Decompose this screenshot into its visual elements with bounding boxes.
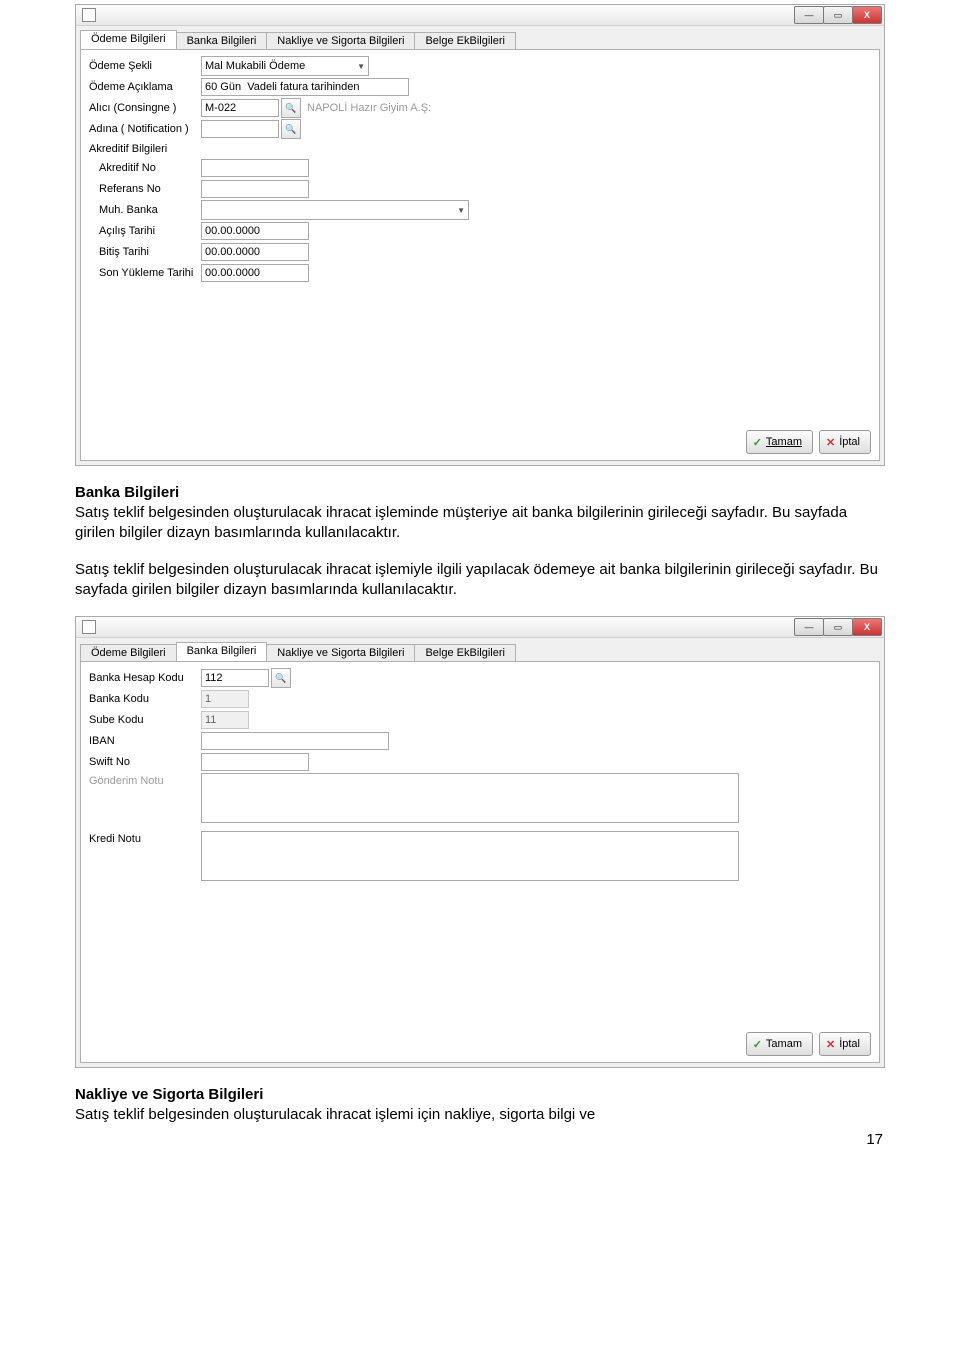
label-bitis-tarihi: Bitiş Tarihi xyxy=(89,246,201,258)
combo-muh-banka[interactable]: ▼ xyxy=(201,200,469,220)
label-referans-no: Referans No xyxy=(89,183,201,195)
input-son-yukleme[interactable] xyxy=(201,264,309,282)
paragraph: Satış teklif belgesinden oluşturulacak i… xyxy=(75,560,885,601)
label-gonderim-notu: Gönderim Notu xyxy=(89,773,201,787)
tab-banka-bilgileri[interactable]: Banka Bilgileri xyxy=(176,642,268,661)
close-button[interactable]: X xyxy=(852,6,882,24)
search-icon: 🔍 xyxy=(285,124,296,135)
label-acilis-tarihi: Açılış Tarihi xyxy=(89,225,201,237)
lookup-banka-hesap-button[interactable]: 🔍 xyxy=(271,668,291,688)
page-number: 17 xyxy=(75,1131,885,1148)
label-son-yukleme: Son Yükleme Tarihi xyxy=(89,267,201,279)
cancel-button[interactable]: ✕ İptal xyxy=(819,1032,871,1056)
titlebar: — ▭ X xyxy=(76,617,884,638)
tab-odeme-bilgileri[interactable]: Ödeme Bilgileri xyxy=(80,644,177,662)
tab-nakliye-sigorta[interactable]: Nakliye ve Sigorta Bilgileri xyxy=(266,32,415,50)
label-banka-hesap-kodu: Banka Hesap Kodu xyxy=(89,672,201,684)
combo-value: Mal Mukabili Ödeme xyxy=(205,60,305,72)
chevron-down-icon: ▼ xyxy=(357,62,365,71)
check-icon: ✓ xyxy=(753,1038,762,1051)
heading-banka-bilgileri: Banka Bilgileri xyxy=(75,484,885,501)
tab-panel-banka: Banka Hesap Kodu 🔍 Banka Kodu Sube Kodu … xyxy=(80,661,880,1063)
chevron-down-icon: ▼ xyxy=(457,206,465,215)
search-icon: 🔍 xyxy=(285,103,296,114)
combo-odeme-sekli[interactable]: Mal Mukabili Ödeme ▼ xyxy=(201,56,369,76)
window-icon xyxy=(82,620,96,634)
input-adina[interactable] xyxy=(201,120,279,138)
ok-label: Tamam xyxy=(766,1038,802,1050)
lookup-adina-button[interactable]: 🔍 xyxy=(281,119,301,139)
input-banka-kodu xyxy=(201,690,249,708)
tab-panel-odeme: Ödeme Şekli Mal Mukabili Ödeme ▼ Ödeme A… xyxy=(80,49,880,461)
titlebar: — ▭ X xyxy=(76,5,884,26)
input-odeme-aciklama[interactable] xyxy=(201,78,409,96)
label-odeme-sekli: Ödeme Şekli xyxy=(89,60,201,72)
input-swift[interactable] xyxy=(201,753,309,771)
search-icon: 🔍 xyxy=(275,673,286,684)
label-sube-kodu: Sube Kodu xyxy=(89,714,201,726)
tab-odeme-bilgileri[interactable]: Ödeme Bilgileri xyxy=(80,30,177,49)
close-button[interactable]: X xyxy=(852,618,882,636)
tab-nakliye-sigorta[interactable]: Nakliye ve Sigorta Bilgileri xyxy=(266,644,415,662)
minimize-button[interactable]: — xyxy=(794,618,824,636)
textarea-kredi-notu[interactable] xyxy=(201,831,739,881)
input-alici[interactable] xyxy=(201,99,279,117)
label-iban: IBAN xyxy=(89,735,201,747)
input-referans-no[interactable] xyxy=(201,180,309,198)
ok-label: Tamam xyxy=(766,436,802,448)
hint-alici: NAPOLİ Hazır Giyim A.Ş: xyxy=(307,102,431,114)
label-banka-kodu: Banka Kodu xyxy=(89,693,201,705)
label-swift: Swift No xyxy=(89,756,201,768)
input-acilis-tarihi[interactable] xyxy=(201,222,309,240)
input-bitis-tarihi[interactable] xyxy=(201,243,309,261)
x-icon: ✕ xyxy=(826,1038,835,1051)
ok-button[interactable]: ✓ Tamam xyxy=(746,430,813,454)
cancel-label: İptal xyxy=(839,436,860,448)
maximize-button[interactable]: ▭ xyxy=(823,618,853,636)
cancel-button[interactable]: ✕ İptal xyxy=(819,430,871,454)
textarea-gonderim-notu[interactable] xyxy=(201,773,739,823)
x-icon: ✕ xyxy=(826,436,835,449)
input-banka-hesap-kodu[interactable] xyxy=(201,669,269,687)
window-icon xyxy=(82,8,96,22)
label-kredi-notu: Kredi Notu xyxy=(89,831,201,845)
input-sube-kodu xyxy=(201,711,249,729)
paragraph: Satış teklif belgesinden oluşturulacak i… xyxy=(75,503,885,544)
label-akreditif-no: Akreditif No xyxy=(89,162,201,174)
ok-button[interactable]: ✓ Tamam xyxy=(746,1032,813,1056)
input-iban[interactable] xyxy=(201,732,389,750)
label-adina: Adına ( Notification ) xyxy=(89,123,201,135)
paragraph: Satış teklif belgesinden oluşturulacak i… xyxy=(75,1105,885,1125)
tab-strip: Ödeme Bilgileri Banka Bilgileri Nakliye … xyxy=(76,26,884,49)
label-akreditif-bilgileri: Akreditif Bilgileri xyxy=(89,143,167,155)
tab-belge-ekbilgileri[interactable]: Belge EkBilgileri xyxy=(414,644,515,662)
heading-nakliye-sigorta: Nakliye ve Sigorta Bilgileri xyxy=(75,1086,885,1103)
maximize-button[interactable]: ▭ xyxy=(823,6,853,24)
check-icon: ✓ xyxy=(753,436,762,449)
minimize-button[interactable]: — xyxy=(794,6,824,24)
label-odeme-aciklama: Ödeme Açıklama xyxy=(89,81,201,93)
tab-banka-bilgileri[interactable]: Banka Bilgileri xyxy=(176,32,268,50)
input-akreditif-no[interactable] xyxy=(201,159,309,177)
dialog-banka-bilgileri: — ▭ X Ödeme Bilgileri Banka Bilgileri Na… xyxy=(75,616,885,1068)
cancel-label: İptal xyxy=(839,1038,860,1050)
tab-strip: Ödeme Bilgileri Banka Bilgileri Nakliye … xyxy=(76,638,884,661)
lookup-alici-button[interactable]: 🔍 xyxy=(281,98,301,118)
tab-belge-ekbilgileri[interactable]: Belge EkBilgileri xyxy=(414,32,515,50)
dialog-odeme-bilgileri: — ▭ X Ödeme Bilgileri Banka Bilgileri Na… xyxy=(75,4,885,466)
label-muh-banka: Muh. Banka xyxy=(89,204,201,216)
label-alici: Alıcı (Consingne ) xyxy=(89,102,201,114)
